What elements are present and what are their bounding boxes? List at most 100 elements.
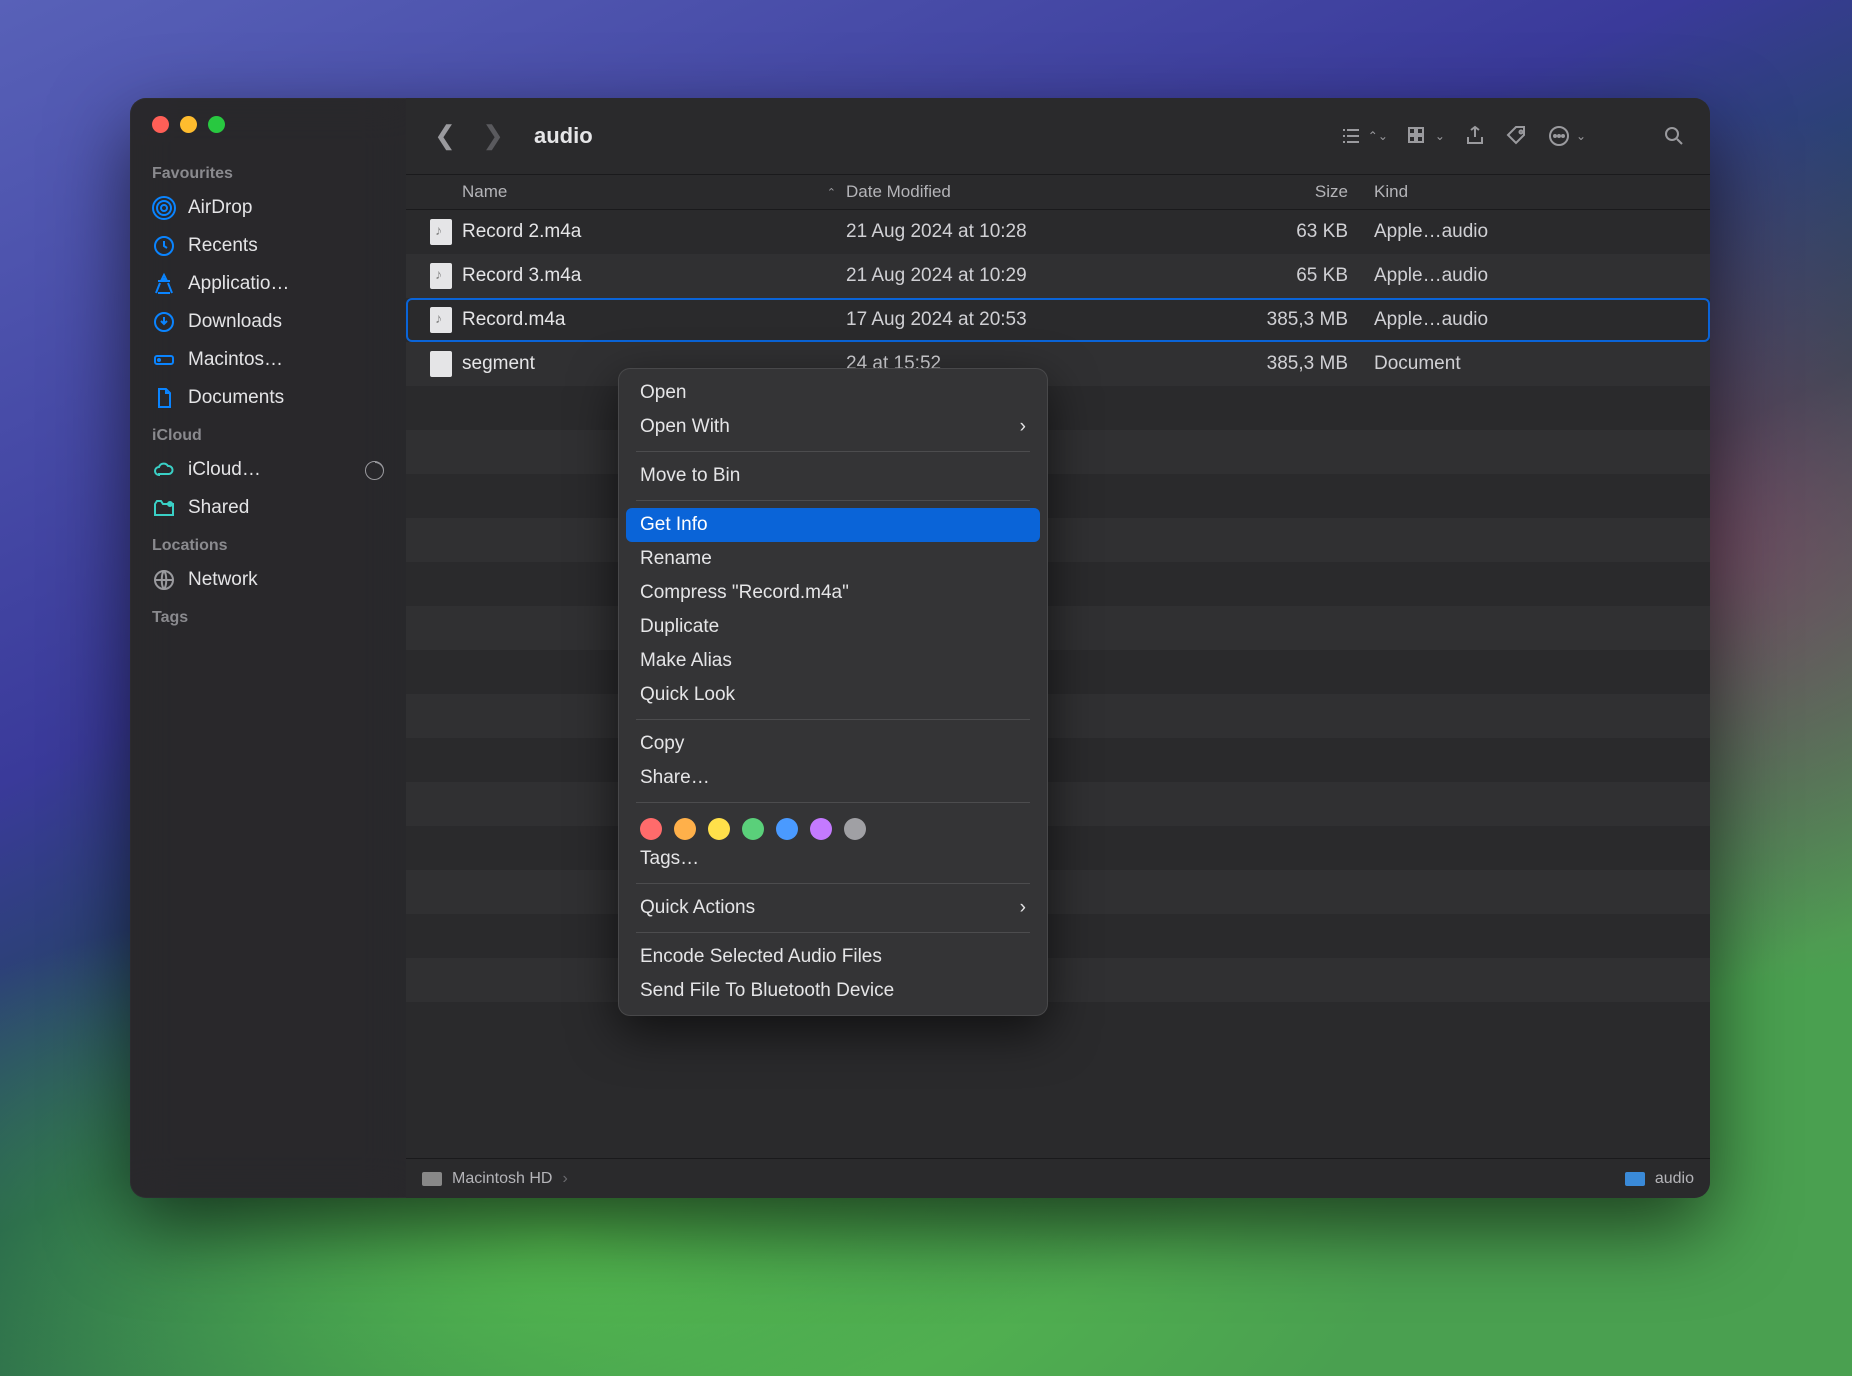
- empty-row: [406, 738, 1710, 782]
- sidebar-item-label: Documents: [188, 387, 384, 409]
- empty-row: [406, 694, 1710, 738]
- context-menu-move-to-bin[interactable]: Move to Bin: [626, 459, 1040, 493]
- downloads-icon: [152, 310, 176, 334]
- tag-color-orange[interactable]: [674, 818, 696, 840]
- context-menu-quick-look[interactable]: Quick Look: [626, 678, 1040, 712]
- icloud-usage-icon: [365, 461, 384, 480]
- tag-color-blue[interactable]: [776, 818, 798, 840]
- file-kind: Document: [1374, 353, 1710, 375]
- airdrop-icon: [152, 196, 176, 220]
- view-mode-button[interactable]: ⌃⌄: [1339, 124, 1388, 148]
- sidebar-section-icloud: iCloud: [130, 417, 406, 451]
- column-header-kind[interactable]: Kind: [1374, 182, 1710, 202]
- sidebar-item-label: Applicatio…: [188, 273, 384, 295]
- tag-color-gray[interactable]: [844, 818, 866, 840]
- tag-color-purple[interactable]: [810, 818, 832, 840]
- column-header-size[interactable]: Size: [1190, 182, 1374, 202]
- file-size: 63 KB: [1190, 221, 1374, 243]
- file-type-icon: [426, 219, 456, 245]
- minimize-window-button[interactable]: [180, 116, 197, 133]
- column-header-name[interactable]: Name ⌃: [462, 182, 846, 202]
- chevron-right-icon: ›: [1020, 897, 1026, 919]
- context-menu-rename[interactable]: Rename: [626, 542, 1040, 576]
- context-menu-duplicate[interactable]: Duplicate: [626, 610, 1040, 644]
- path-separator: ›: [562, 1170, 567, 1188]
- context-menu-encode-audio[interactable]: Encode Selected Audio Files: [626, 940, 1040, 974]
- file-type-icon: [426, 307, 456, 333]
- main-pane: ❮ ❯ audio ⌃⌄ ⌄ ⌄: [406, 98, 1710, 1198]
- document-icon: [152, 386, 176, 410]
- context-menu-tags[interactable]: Tags…: [626, 842, 1040, 876]
- back-button[interactable]: ❮: [430, 120, 460, 151]
- sidebar-item-applications[interactable]: Applicatio…: [130, 265, 406, 303]
- sidebar-item-recents[interactable]: Recents: [130, 227, 406, 265]
- file-list: Record 2.m4a21 Aug 2024 at 10:2863 KBApp…: [406, 210, 1710, 1158]
- context-menu-send-bluetooth[interactable]: Send File To Bluetooth Device: [626, 974, 1040, 1008]
- sidebar-item-label: Downloads: [188, 311, 384, 333]
- context-menu-open[interactable]: Open: [626, 376, 1040, 410]
- column-header-date[interactable]: Date Modified: [846, 182, 1190, 202]
- context-menu-separator: [636, 451, 1030, 452]
- chevron-down-icon: ⌄: [1576, 129, 1586, 143]
- tag-color-green[interactable]: [742, 818, 764, 840]
- context-menu-quick-actions[interactable]: Quick Actions›: [626, 891, 1040, 925]
- empty-row: [406, 782, 1710, 826]
- path-segment[interactable]: Macintosh HD: [452, 1170, 552, 1188]
- sidebar-item-macintosh-hd[interactable]: Macintos…: [130, 341, 406, 379]
- context-menu-make-alias[interactable]: Make Alias: [626, 644, 1040, 678]
- file-row[interactable]: Record 2.m4a21 Aug 2024 at 10:2863 KBApp…: [406, 210, 1710, 254]
- file-type-icon: [426, 351, 456, 377]
- tag-color-red[interactable]: [640, 818, 662, 840]
- chevron-right-icon: ›: [1020, 416, 1026, 438]
- toolbar: ❮ ❯ audio ⌃⌄ ⌄ ⌄: [406, 98, 1710, 174]
- sidebar-item-documents[interactable]: Documents: [130, 379, 406, 417]
- sidebar-item-shared[interactable]: Shared: [130, 489, 406, 527]
- column-headers: Name ⌃ Date Modified Size Kind: [406, 174, 1710, 210]
- context-menu-copy[interactable]: Copy: [626, 727, 1040, 761]
- file-date: 17 Aug 2024 at 20:53: [846, 309, 1190, 331]
- sidebar-item-network[interactable]: Network: [130, 561, 406, 599]
- share-button[interactable]: [1463, 124, 1487, 148]
- context-menu-get-info[interactable]: Get Info: [626, 508, 1040, 542]
- sidebar-item-icloud-drive[interactable]: iCloud…: [130, 451, 406, 489]
- shared-folder-icon: [152, 496, 176, 520]
- harddrive-icon: [422, 1172, 442, 1186]
- path-segment[interactable]: audio: [1655, 1170, 1694, 1188]
- sidebar-item-airdrop[interactable]: AirDrop: [130, 189, 406, 227]
- column-label: Name: [462, 182, 507, 202]
- search-button[interactable]: [1662, 124, 1686, 148]
- file-name: Record.m4a: [462, 309, 846, 331]
- file-row[interactable]: segment24 at 15:52385,3 MBDocument: [406, 342, 1710, 386]
- file-kind: Apple…audio: [1374, 309, 1710, 331]
- file-row[interactable]: Record 3.m4a21 Aug 2024 at 10:2965 KBApp…: [406, 254, 1710, 298]
- sidebar-item-label: Network: [188, 569, 384, 591]
- context-menu-separator: [636, 500, 1030, 501]
- empty-row: [406, 474, 1710, 518]
- sidebar-section-locations: Locations: [130, 527, 406, 561]
- sidebar-item-downloads[interactable]: Downloads: [130, 303, 406, 341]
- more-actions-button[interactable]: ⌄: [1547, 124, 1586, 148]
- file-kind: Apple…audio: [1374, 221, 1710, 243]
- file-size: 385,3 MB: [1190, 309, 1374, 331]
- group-by-button[interactable]: ⌄: [1406, 124, 1445, 148]
- network-icon: [152, 568, 176, 592]
- context-menu-open-with[interactable]: Open With›: [626, 410, 1040, 444]
- path-bar: Macintosh HD › audio: [406, 1158, 1710, 1198]
- tag-color-yellow[interactable]: [708, 818, 730, 840]
- fullscreen-window-button[interactable]: [208, 116, 225, 133]
- empty-row: [406, 562, 1710, 606]
- sidebar-item-label: AirDrop: [188, 197, 384, 219]
- empty-row: [406, 870, 1710, 914]
- empty-row: [406, 606, 1710, 650]
- context-menu-compress[interactable]: Compress "Record.m4a": [626, 576, 1040, 610]
- context-menu-separator: [636, 883, 1030, 884]
- close-window-button[interactable]: [152, 116, 169, 133]
- chevron-down-icon: ⌄: [1435, 129, 1445, 143]
- tags-button[interactable]: [1505, 124, 1529, 148]
- file-row[interactable]: Record.m4a17 Aug 2024 at 20:53385,3 MBAp…: [406, 298, 1710, 342]
- sort-ascending-icon: ⌃: [827, 186, 836, 199]
- context-menu-share[interactable]: Share…: [626, 761, 1040, 795]
- chevron-updown-icon: ⌃⌄: [1368, 129, 1388, 143]
- forward-button[interactable]: ❯: [478, 120, 508, 151]
- file-date: 21 Aug 2024 at 10:28: [846, 221, 1190, 243]
